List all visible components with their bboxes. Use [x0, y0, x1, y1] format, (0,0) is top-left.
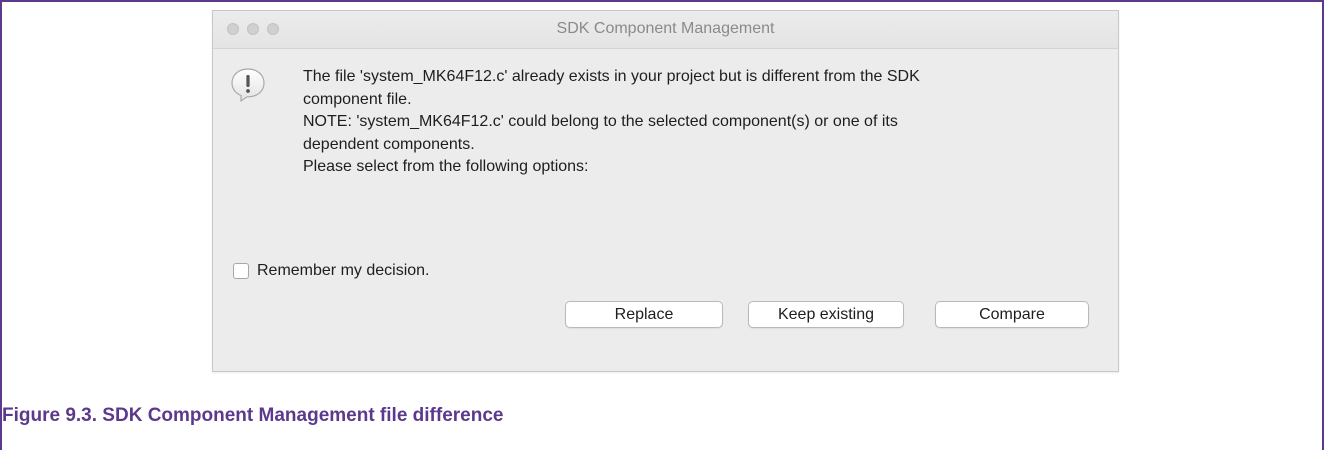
message-line: Please select from the following options…: [303, 158, 589, 175]
message-line: NOTE: 'system_MK64F12.c' could belong to…: [303, 113, 898, 130]
title-bar: SDK Component Management: [213, 11, 1118, 49]
remember-decision-checkbox[interactable]: [233, 263, 249, 279]
sdk-component-dialog: SDK Component Management The file 'syste…: [212, 10, 1119, 372]
compare-button[interactable]: Compare: [935, 301, 1089, 328]
keep-existing-button[interactable]: Keep existing: [748, 301, 904, 328]
replace-button[interactable]: Replace: [565, 301, 723, 328]
remember-decision-option[interactable]: Remember my decision.: [233, 261, 430, 281]
message-line: The file 'system_MK64F12.c' already exis…: [303, 68, 920, 85]
dialog-title: SDK Component Management: [556, 20, 775, 37]
figure-caption: Figure 9.3. SDK Component Management fil…: [2, 405, 504, 426]
message-line: dependent components.: [303, 135, 475, 153]
remember-decision-label: Remember my decision.: [257, 262, 430, 279]
message-line: component file.: [303, 90, 412, 108]
alert-icon: [231, 68, 265, 103]
dialog-message: The file 'system_MK64F12.c' already exis…: [303, 66, 1093, 179]
